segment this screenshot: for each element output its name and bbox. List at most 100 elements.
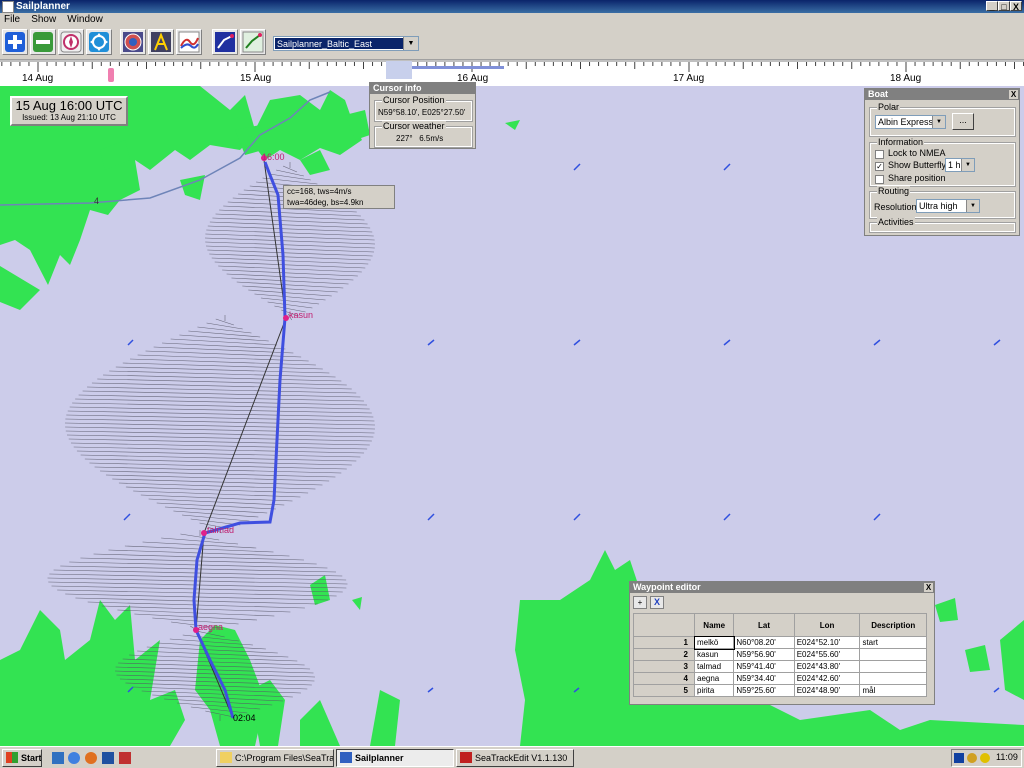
security-alert-icon[interactable] [980,753,990,763]
table-row[interactable]: 3 talmad N59°41.40' E024°43.80' [633,660,927,673]
task-explorer[interactable]: C:\Program Files\SeaTra... [216,749,334,767]
table-row[interactable]: 1 melkö N60°08.20' E024°52.10' start [633,635,927,650]
waypoint-lat[interactable]: N59°56.90' [733,648,795,661]
app-launcher-icon[interactable] [102,752,114,764]
column-header-name[interactable]: Name [693,613,735,637]
desktop-icon[interactable] [52,752,64,764]
compass-button[interactable] [58,29,84,55]
maximize-button[interactable]: □ [998,1,1010,12]
pan-button[interactable] [86,29,112,55]
route-tooltip-line1: cc=168, tws=4m/s [287,187,352,196]
butterfly-interval-select[interactable]: 1 h ▼ [945,158,975,172]
lock-nmea-checkbox[interactable] [875,150,884,159]
resolution-label: Resolution: [874,202,920,212]
graph-icon [178,31,200,53]
waypoint-lon[interactable]: E024°48.90' [793,684,861,697]
menu-window[interactable]: Window [67,13,103,27]
table-row[interactable]: 5 pirita N59°25.60' E024°48.90' mål [633,684,927,697]
menu-show[interactable]: Show [31,13,56,27]
sailplanner-icon [340,752,352,763]
firefox-icon[interactable] [85,752,97,764]
row-number: 1 [633,636,695,649]
waypoint-lon[interactable]: E024°43.80' [793,660,861,673]
waypoint-name[interactable]: pirita [693,684,735,697]
seatrackedit-icon [460,752,472,763]
waypoint-description[interactable] [859,672,927,685]
waypoint-description[interactable]: mål [859,684,927,697]
plus-icon [5,32,25,52]
activities-group: Activities [869,217,1016,233]
ie-icon[interactable] [68,752,80,764]
timeline[interactable]: 14 Aug 15 Aug 16 Aug 17 Aug 18 Aug [0,60,1024,86]
resolution-select[interactable]: Ultra high ▼ [916,199,980,213]
timeline-cursor[interactable] [108,68,114,82]
zoom-in-button[interactable] [2,29,28,55]
timeline-label-14aug: 14 Aug [22,73,54,84]
task-seatrackedit[interactable]: SeaTrackEdit V1.1.130 [456,749,574,767]
waypoint-lon[interactable]: E024°55.60' [793,648,861,661]
waypoint-table-header: Name Lat Lon Description [633,613,927,637]
move-arrows-icon [89,32,109,52]
optimize-button[interactable] [240,29,266,55]
start-button[interactable]: Start [2,749,42,767]
polar-browse-button[interactable]: ... [952,113,974,130]
waypoint-editor-panel: Waypoint editor X + X Name Lat Lon Descri… [629,581,935,705]
delete-waypoint-icon[interactable]: X [650,596,664,609]
waypoint-lat[interactable]: N59°41.40' [733,660,795,673]
route-tooltip-line2: twa=46deg, bs=4.9kn [287,198,364,207]
tray-app-icon[interactable] [954,753,964,763]
route-button[interactable] [212,29,238,55]
timeline-selection[interactable] [386,61,412,79]
clock: 11:09 [996,752,1018,762]
column-header-description[interactable]: Description [859,613,927,637]
waypoint-editor-close-icon[interactable]: X [924,583,933,592]
boat-panel-close-icon[interactable]: X [1009,90,1018,99]
folder-icon [220,752,232,763]
waypoint-lon[interactable]: E024°52.10' [793,636,861,649]
shield-icon[interactable] [967,753,977,763]
row-number: 5 [633,684,695,697]
cursor-info-panel: Cursor info Cursor Position N59°58.10', … [369,82,476,149]
table-row[interactable]: 2 kasun N59°56.90' E024°55.60' [633,648,927,661]
column-header-lat[interactable]: Lat [733,613,795,637]
lock-nmea-label: Lock to NMEA [888,148,946,158]
tool-icon[interactable] [119,752,131,764]
polar-button[interactable] [148,29,174,55]
column-header-lon[interactable]: Lon [793,613,861,637]
waypoint-lat[interactable]: N59°34.40' [733,672,795,685]
share-position-checkbox[interactable] [875,175,884,184]
add-waypoint-icon[interactable]: + [633,596,647,609]
chevron-down-icon[interactable]: ▼ [932,116,945,128]
close-button[interactable]: X [1010,1,1022,12]
weather-button[interactable] [120,29,146,55]
waypoint-lat[interactable]: N59°25.60' [733,684,795,697]
waypoint-lat[interactable]: N60°08.20' [733,636,795,649]
polar-select[interactable]: Albin Express ▼ [875,115,946,129]
waypoint-name[interactable]: aegna [693,672,735,685]
cursor-info-title: Cursor info [370,83,475,94]
zoom-out-button[interactable] [30,29,56,55]
chevron-down-icon[interactable]: ▼ [403,37,418,50]
waypoint-description[interactable]: start [859,636,927,649]
optimize-icon [242,31,264,53]
task-sailplanner[interactable]: Sailplanner [336,749,454,767]
information-label: Information [877,137,925,147]
globe-icon [123,32,143,52]
depth-label: 4 [94,196,100,206]
waypoint-lon[interactable]: E024°42.60' [793,672,861,685]
table-row[interactable]: 4 aegna N59°34.40' E024°42.60' [633,672,927,685]
route-select[interactable]: Sailplanner_Baltic_East ▼ [273,36,419,51]
chevron-down-icon[interactable]: ▼ [961,159,974,171]
chevron-down-icon[interactable]: ▼ [966,200,979,212]
waypoint-description[interactable] [859,660,927,673]
waypoint-name[interactable]: talmad [693,660,735,673]
waypoint-name[interactable]: melkö [693,635,735,650]
show-butterfly-checkbox[interactable]: ✓ [875,162,884,171]
graph-button[interactable] [176,29,202,55]
waypoint-description[interactable] [859,648,927,661]
menu-file[interactable]: File [4,13,20,27]
minimize-button[interactable]: _ [986,1,998,12]
row-number: 2 [633,648,695,661]
waypoint-name[interactable]: kasun [693,648,735,661]
system-tray: 11:09 [951,749,1022,767]
